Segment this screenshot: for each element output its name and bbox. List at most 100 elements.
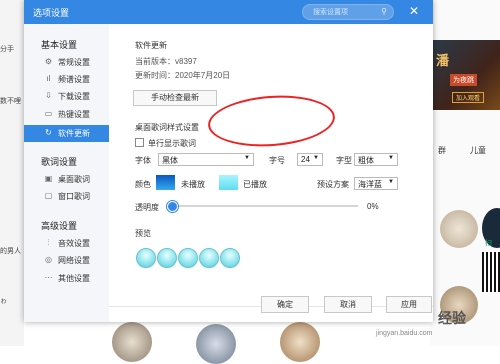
gear-icon: ⚙ xyxy=(44,57,53,66)
sidebar-item-software-update[interactable]: ↻ 软件更新 xyxy=(24,125,109,142)
unplayed-color-swatch[interactable] xyxy=(156,175,175,190)
played-color-swatch[interactable] xyxy=(219,175,238,190)
bg-avatar[interactable] xyxy=(280,322,320,362)
search-placeholder: 搜索设置项 xyxy=(313,9,348,16)
bg-avatar[interactable] xyxy=(440,210,478,248)
chevron-down-icon: ▼ xyxy=(313,155,319,161)
network-icon: ◎ xyxy=(45,255,52,264)
watermark-logo: 经验 xyxy=(438,310,466,326)
settings-content: 软件更新 当前版本：v8397 更新时间：2020年7月20日 手动检查最新 桌… xyxy=(109,24,433,322)
red-annotation-circle xyxy=(206,91,337,151)
background-left-panel: 分手 数不哩 的男人 ゎ xyxy=(0,0,24,346)
style-select[interactable]: 粗体 ▼ xyxy=(354,153,398,166)
bg-text: 的男人 xyxy=(0,248,21,255)
style-value: 粗体 xyxy=(358,156,374,165)
sidebar-item-label: 软件更新 xyxy=(58,129,90,138)
bg-text: ゎ xyxy=(0,298,7,305)
dialog-title: 选项设置 xyxy=(33,8,70,18)
sidebar-item-desktop-lyrics[interactable]: ▣ 桌面歌词 xyxy=(24,171,109,187)
promo-banner[interactable]: 潘 为夜跳 加入观看 xyxy=(430,40,500,110)
preset-value: 海洋蓝 xyxy=(358,180,382,189)
color-label: 颜色 xyxy=(135,180,151,189)
sidebar-item-label: 网络设置 xyxy=(58,256,90,265)
sidebar-group-lyrics: 歌词设置 xyxy=(41,157,78,167)
bg-text: 分手 xyxy=(0,46,14,53)
preview-ball xyxy=(178,248,198,268)
settings-dialog: 选项设置 搜索设置项 ⚲ ✕ 基本设置 ⚙ 常规设置 ıl 频谱设置 ⇩ 下载设… xyxy=(24,0,433,322)
dialog-titlebar[interactable]: 选项设置 搜索设置项 ⚲ ✕ xyxy=(24,0,433,24)
sidebar-item-general[interactable]: ⚙ 常规设置 xyxy=(24,54,109,70)
sidebar-item-label: 其他设置 xyxy=(58,274,90,283)
qr-label: 扫 xyxy=(485,240,492,247)
download-icon: ⇩ xyxy=(45,91,52,100)
opacity-value: 0% xyxy=(367,202,379,211)
lyrics-style-heading: 桌面歌词样式设置 xyxy=(135,123,199,132)
watermark-url: jingyan.baidu.com xyxy=(376,330,433,337)
sidebar-group-advanced: 高级设置 xyxy=(41,221,78,231)
preview-ball xyxy=(199,248,219,268)
refresh-icon: ↻ xyxy=(45,128,52,137)
sidebar-item-label: 热键设置 xyxy=(58,110,90,119)
bg-text: 数不哩 xyxy=(0,98,21,105)
font-select[interactable]: 黑体 ▼ xyxy=(158,153,254,166)
settings-sidebar: 基本设置 ⚙ 常规设置 ıl 频谱设置 ⇩ 下载设置 ▭ 热键设置 ↻ 软件更新… xyxy=(24,24,109,322)
bg-avatar[interactable] xyxy=(112,322,152,362)
more-icon: ⋯ xyxy=(44,273,53,282)
unplayed-label: 未播放 xyxy=(181,180,205,189)
opacity-label: 透明度 xyxy=(135,203,159,212)
size-select[interactable]: 24 ▼ xyxy=(297,153,323,166)
preview-ball xyxy=(157,248,177,268)
single-line-checkbox[interactable] xyxy=(135,138,144,147)
opacity-slider-handle[interactable] xyxy=(167,201,178,212)
bg-tab[interactable]: 群 xyxy=(438,145,446,156)
search-icon[interactable]: ⚲ xyxy=(381,7,387,16)
single-line-label: 单行显示歌词 xyxy=(148,139,196,148)
sidebar-item-label: 下载设置 xyxy=(58,92,90,101)
banner-line: 为夜跳 xyxy=(450,74,477,86)
check-update-button[interactable]: 手动检查最新 xyxy=(133,90,217,106)
equalizer-icon: ⫶ xyxy=(47,238,50,247)
keyboard-icon: ▭ xyxy=(44,109,53,118)
qr-code xyxy=(482,252,500,292)
size-label: 字号 xyxy=(269,156,285,165)
chevron-down-icon: ▼ xyxy=(388,155,394,161)
style-label: 字型 xyxy=(336,156,352,165)
banner-title: 潘 xyxy=(436,53,450,68)
sidebar-item-label: 常规设置 xyxy=(58,58,90,67)
chevron-down-icon: ▼ xyxy=(244,155,250,161)
update-heading: 软件更新 xyxy=(135,41,167,50)
sidebar-item-label: 音效设置 xyxy=(58,239,90,248)
bg-tab[interactable]: 儿童 xyxy=(470,145,486,156)
sidebar-item-hotkeys[interactable]: ▭ 热键设置 xyxy=(24,106,109,122)
window-lyrics-icon: ▢ xyxy=(44,191,53,200)
sidebar-item-download[interactable]: ⇩ 下载设置 xyxy=(24,88,109,104)
preview-label: 预览 xyxy=(135,229,151,238)
ok-button[interactable]: 确定 xyxy=(261,296,309,313)
sidebar-item-spectrum[interactable]: ıl 频谱设置 xyxy=(24,71,109,87)
cancel-button[interactable]: 取消 xyxy=(324,296,372,313)
sidebar-item-other[interactable]: ⋯ 其他设置 xyxy=(24,270,109,286)
banner-button: 加入观看 xyxy=(452,92,485,103)
close-icon[interactable]: ✕ xyxy=(409,4,419,18)
apply-button[interactable]: 应用 xyxy=(386,296,432,313)
preset-label: 预设方案 xyxy=(317,180,349,189)
bg-avatar[interactable] xyxy=(196,324,236,364)
sidebar-item-label: 频谱设置 xyxy=(58,75,90,84)
preset-select[interactable]: 海洋蓝 ▼ xyxy=(354,177,398,190)
preview-ball xyxy=(220,248,240,268)
font-value: 黑体 xyxy=(162,156,178,165)
opacity-slider-track[interactable] xyxy=(172,205,358,207)
update-date: 更新时间：2020年7月20日 xyxy=(135,71,231,80)
chevron-down-icon: ▼ xyxy=(388,179,394,185)
sidebar-item-label: 桌面歌词 xyxy=(58,175,90,184)
sidebar-item-network[interactable]: ◎ 网络设置 xyxy=(24,252,109,268)
sidebar-item-label: 窗口歌词 xyxy=(58,192,90,201)
played-label: 已播放 xyxy=(243,180,267,189)
desktop-lyrics-icon: ▣ xyxy=(44,174,53,183)
preview-ball xyxy=(136,248,156,268)
settings-search-input[interactable]: 搜索设置项 ⚲ xyxy=(302,4,394,20)
sidebar-group-basic: 基本设置 xyxy=(41,40,78,50)
sidebar-item-sound-effects[interactable]: ⫶ 音效设置 xyxy=(24,235,109,251)
sidebar-item-window-lyrics[interactable]: ▢ 窗口歌词 xyxy=(24,188,109,204)
font-label: 字体 xyxy=(135,156,151,165)
